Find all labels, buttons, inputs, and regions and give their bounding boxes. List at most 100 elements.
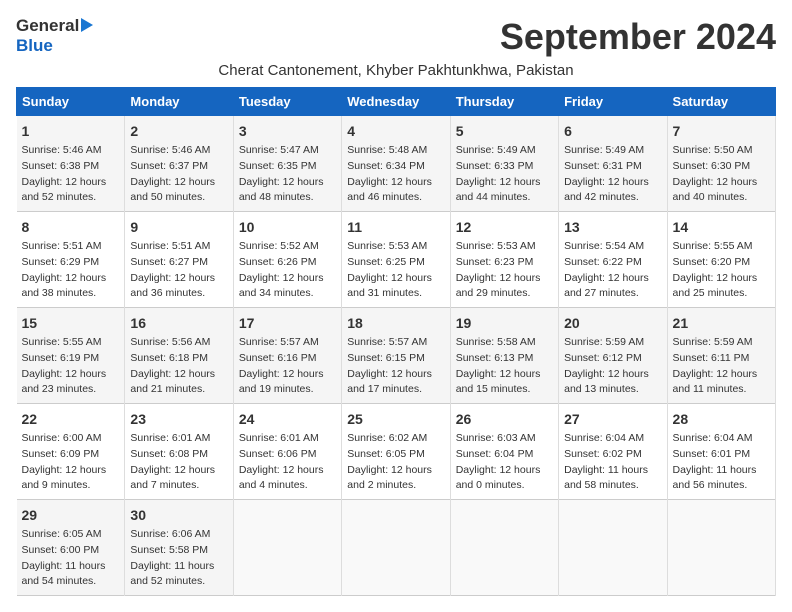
- empty-cell: [342, 500, 450, 596]
- calendar-cell: 8Sunrise: 5:51 AMSunset: 6:29 PMDaylight…: [17, 212, 125, 308]
- day-info-line: Sunset: 6:20 PM: [673, 255, 770, 271]
- logo-general-text: General: [16, 16, 79, 36]
- day-info-line: Sunset: 6:37 PM: [130, 159, 227, 175]
- day-info-line: Sunset: 6:01 PM: [673, 447, 770, 463]
- day-number: 13: [564, 217, 661, 238]
- day-number: 30: [130, 505, 227, 526]
- day-of-week-header: Tuesday: [233, 88, 341, 116]
- calendar-cell: 17Sunrise: 5:57 AMSunset: 6:16 PMDayligh…: [233, 308, 341, 404]
- day-info-line: Sunrise: 5:55 AM: [22, 335, 120, 351]
- day-info-line: and 0 minutes.: [456, 478, 553, 494]
- day-info-line: Daylight: 12 hours: [239, 367, 336, 383]
- day-info-line: and 52 minutes.: [130, 574, 227, 590]
- day-info-line: and 27 minutes.: [564, 286, 661, 302]
- day-info-line: Daylight: 11 hours: [673, 463, 770, 479]
- day-info-line: Sunrise: 5:50 AM: [673, 143, 770, 159]
- calendar-cell: 7Sunrise: 5:50 AMSunset: 6:30 PMDaylight…: [667, 116, 775, 212]
- day-info-line: and 34 minutes.: [239, 286, 336, 302]
- day-info-line: Sunrise: 5:59 AM: [564, 335, 661, 351]
- calendar-cell: 25Sunrise: 6:02 AMSunset: 6:05 PMDayligh…: [342, 404, 450, 500]
- day-info-line: Daylight: 11 hours: [22, 559, 120, 575]
- calendar-cell: 19Sunrise: 5:58 AMSunset: 6:13 PMDayligh…: [450, 308, 558, 404]
- day-info-line: Daylight: 12 hours: [456, 175, 553, 191]
- calendar-cell: 12Sunrise: 5:53 AMSunset: 6:23 PMDayligh…: [450, 212, 558, 308]
- day-number: 29: [22, 505, 120, 526]
- day-info-line: Sunrise: 6:01 AM: [130, 431, 227, 447]
- day-info-line: and 9 minutes.: [22, 478, 120, 494]
- day-info-line: and 58 minutes.: [564, 478, 661, 494]
- day-info-line: Sunset: 6:18 PM: [130, 351, 227, 367]
- calendar-cell: 6Sunrise: 5:49 AMSunset: 6:31 PMDaylight…: [559, 116, 667, 212]
- day-of-week-header: Saturday: [667, 88, 775, 116]
- day-of-week-header: Friday: [559, 88, 667, 116]
- day-info-line: Sunrise: 6:03 AM: [456, 431, 553, 447]
- day-info-line: and 4 minutes.: [239, 478, 336, 494]
- day-info-line: Sunset: 6:29 PM: [22, 255, 120, 271]
- day-info-line: and 31 minutes.: [347, 286, 444, 302]
- day-info-line: Daylight: 12 hours: [456, 271, 553, 287]
- day-number: 28: [673, 409, 770, 430]
- day-info-line: and 48 minutes.: [239, 190, 336, 206]
- day-info-line: and 15 minutes.: [456, 382, 553, 398]
- day-info-line: and 29 minutes.: [456, 286, 553, 302]
- calendar-cell: 3Sunrise: 5:47 AMSunset: 6:35 PMDaylight…: [233, 116, 341, 212]
- day-info-line: Sunset: 6:23 PM: [456, 255, 553, 271]
- day-of-week-header: Thursday: [450, 88, 558, 116]
- day-info-line: and 11 minutes.: [673, 382, 770, 398]
- day-info-line: Sunrise: 6:06 AM: [130, 527, 227, 543]
- day-info-line: Sunrise: 5:48 AM: [347, 143, 444, 159]
- calendar-cell: 26Sunrise: 6:03 AMSunset: 6:04 PMDayligh…: [450, 404, 558, 500]
- day-number: 14: [673, 217, 770, 238]
- day-info-line: Daylight: 12 hours: [130, 463, 227, 479]
- day-info-line: Sunset: 6:12 PM: [564, 351, 661, 367]
- calendar-cell: 22Sunrise: 6:00 AMSunset: 6:09 PMDayligh…: [17, 404, 125, 500]
- day-info-line: Daylight: 12 hours: [564, 271, 661, 287]
- calendar-cell: 11Sunrise: 5:53 AMSunset: 6:25 PMDayligh…: [342, 212, 450, 308]
- day-info-line: Sunrise: 5:47 AM: [239, 143, 336, 159]
- day-number: 6: [564, 121, 661, 142]
- day-info-line: Sunset: 6:13 PM: [456, 351, 553, 367]
- day-info-line: Sunrise: 6:04 AM: [673, 431, 770, 447]
- day-number: 1: [22, 121, 120, 142]
- day-info-line: Sunset: 6:16 PM: [239, 351, 336, 367]
- day-info-line: and 36 minutes.: [130, 286, 227, 302]
- day-info-line: Daylight: 12 hours: [239, 175, 336, 191]
- day-number: 8: [22, 217, 120, 238]
- calendar-cell: 4Sunrise: 5:48 AMSunset: 6:34 PMDaylight…: [342, 116, 450, 212]
- day-info-line: and 50 minutes.: [130, 190, 227, 206]
- day-number: 18: [347, 313, 444, 334]
- day-info-line: Sunset: 6:08 PM: [130, 447, 227, 463]
- day-info-line: Sunset: 6:27 PM: [130, 255, 227, 271]
- day-number: 21: [673, 313, 770, 334]
- day-info-line: Sunset: 6:00 PM: [22, 543, 120, 559]
- day-info-line: Sunrise: 5:52 AM: [239, 239, 336, 255]
- day-info-line: Sunrise: 5:56 AM: [130, 335, 227, 351]
- day-of-week-header: Wednesday: [342, 88, 450, 116]
- calendar-cell: 5Sunrise: 5:49 AMSunset: 6:33 PMDaylight…: [450, 116, 558, 212]
- day-info-line: and 38 minutes.: [22, 286, 120, 302]
- day-info-line: Daylight: 12 hours: [130, 271, 227, 287]
- day-info-line: Sunrise: 5:49 AM: [564, 143, 661, 159]
- calendar-cell: 1Sunrise: 5:46 AMSunset: 6:38 PMDaylight…: [17, 116, 125, 212]
- day-info-line: Daylight: 12 hours: [22, 367, 120, 383]
- day-number: 27: [564, 409, 661, 430]
- day-number: 24: [239, 409, 336, 430]
- calendar-cell: 9Sunrise: 5:51 AMSunset: 6:27 PMDaylight…: [125, 212, 233, 308]
- day-info-line: Sunrise: 5:51 AM: [22, 239, 120, 255]
- calendar-cell: 28Sunrise: 6:04 AMSunset: 6:01 PMDayligh…: [667, 404, 775, 500]
- calendar-cell: 14Sunrise: 5:55 AMSunset: 6:20 PMDayligh…: [667, 212, 775, 308]
- day-info-line: Sunrise: 6:00 AM: [22, 431, 120, 447]
- day-number: 7: [673, 121, 770, 142]
- day-info-line: Daylight: 12 hours: [564, 175, 661, 191]
- day-info-line: Daylight: 12 hours: [22, 271, 120, 287]
- calendar-cell: 16Sunrise: 5:56 AMSunset: 6:18 PMDayligh…: [125, 308, 233, 404]
- day-info-line: Sunrise: 5:54 AM: [564, 239, 661, 255]
- calendar-cell: 29Sunrise: 6:05 AMSunset: 6:00 PMDayligh…: [17, 500, 125, 596]
- day-info-line: Sunrise: 5:59 AM: [673, 335, 770, 351]
- day-info-line: Sunset: 6:38 PM: [22, 159, 120, 175]
- day-info-line: and 42 minutes.: [564, 190, 661, 206]
- day-number: 11: [347, 217, 444, 238]
- day-info-line: Sunset: 6:04 PM: [456, 447, 553, 463]
- day-info-line: Sunset: 6:34 PM: [347, 159, 444, 175]
- day-info-line: Sunset: 6:19 PM: [22, 351, 120, 367]
